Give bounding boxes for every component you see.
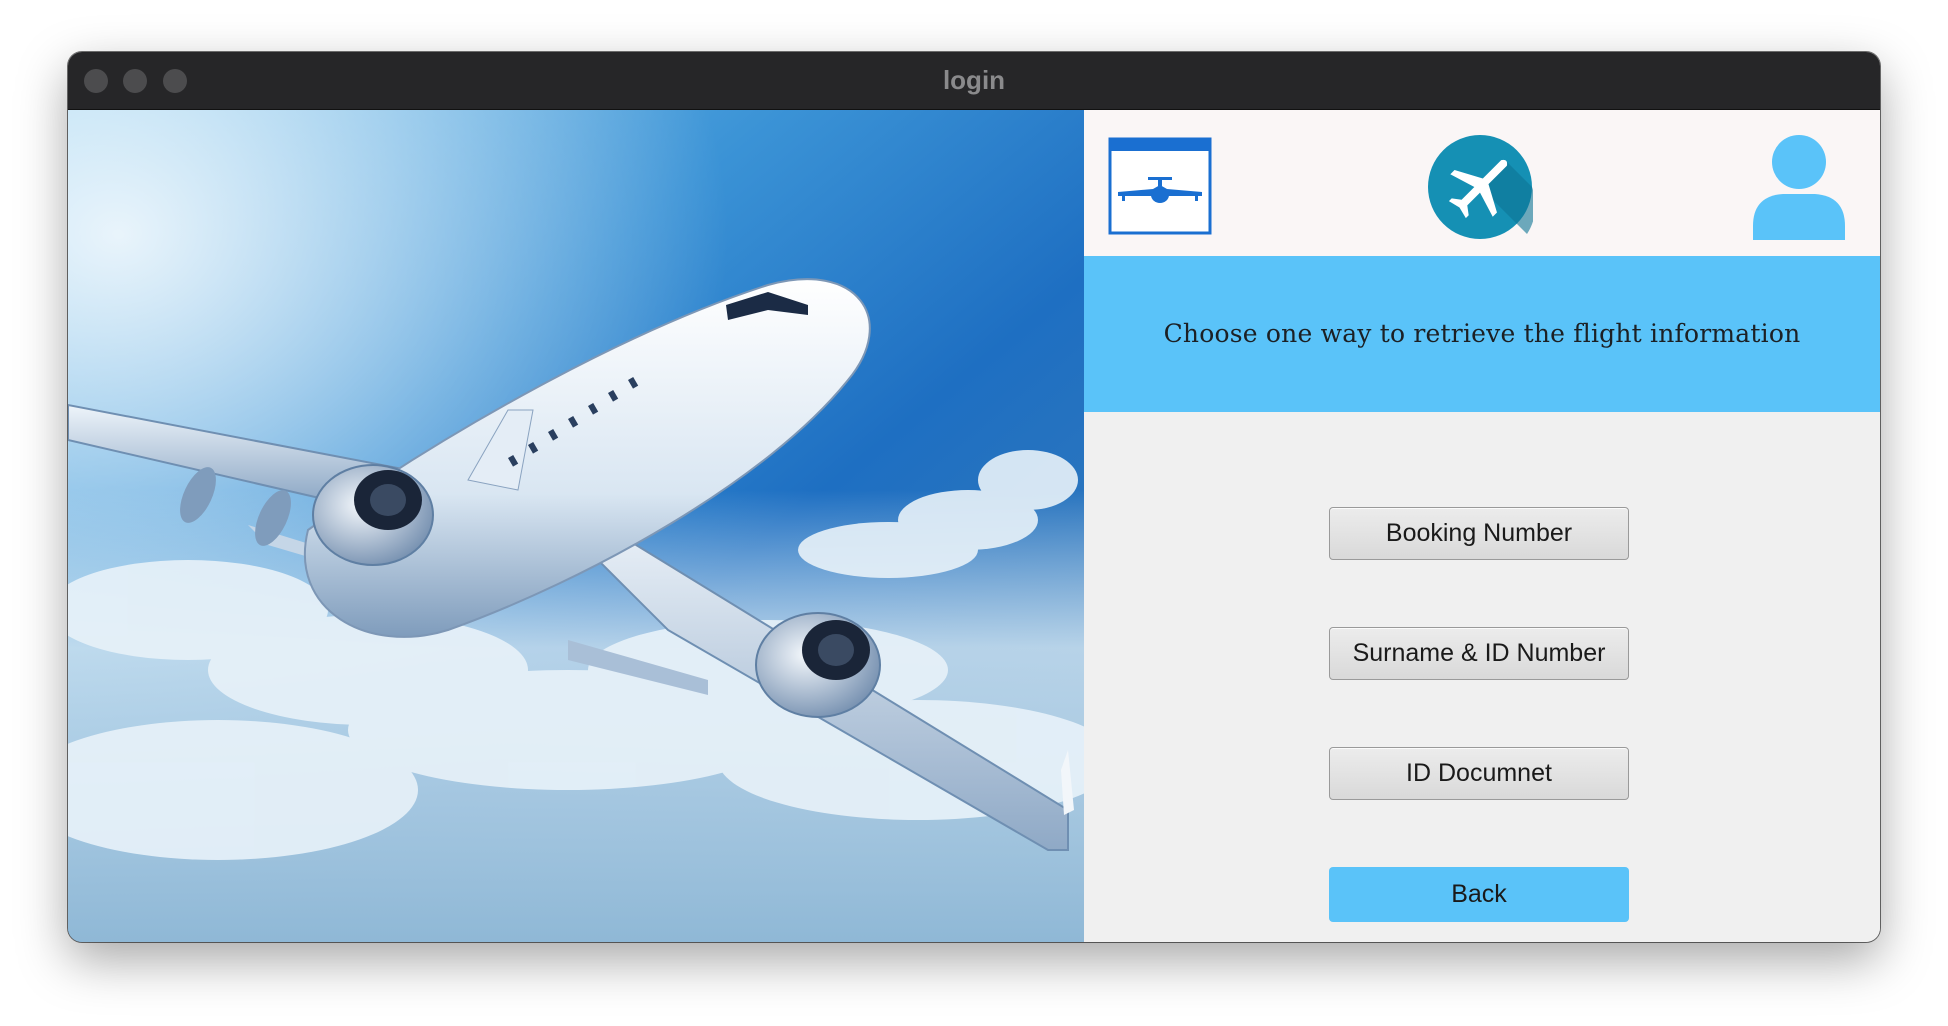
window-title: login bbox=[942, 65, 1006, 95]
airplane-hero-image bbox=[68, 110, 1084, 942]
app-window: login Choose one way to retrieve the fli… bbox=[68, 52, 1880, 942]
instruction-text: Choose one way to retrieve the flight in… bbox=[1163, 319, 1801, 348]
header-icon-bar bbox=[1084, 110, 1880, 256]
right-panel: Choose one way to retrieve the flight in… bbox=[1084, 110, 1880, 942]
id-document-button[interactable]: ID Documnet bbox=[1329, 747, 1629, 800]
title-bar[interactable]: login bbox=[68, 52, 1880, 110]
booking-number-button[interactable]: Booking Number bbox=[1329, 507, 1629, 560]
back-button[interactable]: Back bbox=[1329, 867, 1629, 922]
user-icon bbox=[1753, 135, 1845, 240]
flight-board-icon bbox=[1108, 137, 1212, 235]
instruction-banner: Choose one way to retrieve the flight in… bbox=[1084, 256, 1880, 412]
surname-id-number-button[interactable]: Surname & ID Number bbox=[1329, 627, 1629, 680]
airplane-circle-icon bbox=[1428, 135, 1533, 239]
